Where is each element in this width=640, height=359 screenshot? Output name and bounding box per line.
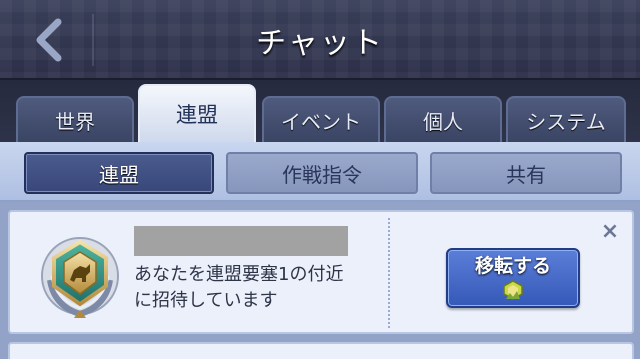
sender-name — [134, 226, 348, 256]
alliance-badge-icon — [41, 237, 119, 318]
relocate-button[interactable]: 移転する — [446, 248, 580, 308]
main-tabs: 世界 連盟 イベント 個人 システム — [0, 80, 640, 142]
message-line-2: に招待しています — [134, 290, 278, 311]
tab-world[interactable]: 世界 — [16, 96, 134, 142]
page-title: チャット — [256, 26, 384, 61]
tab-alliance[interactable]: 連盟 — [138, 84, 256, 142]
close-icon[interactable]: × — [598, 220, 622, 244]
relocate-button-label: 移転する — [474, 255, 551, 277]
tab-event[interactable]: イベント — [262, 96, 380, 142]
relocate-icon — [503, 280, 523, 300]
card-divider — [388, 218, 390, 328]
invite-message-card: あなたを連盟要塞1の付近 に招待しています 移転する × — [8, 210, 634, 334]
subtab-operation-orders[interactable]: 作戦指令 — [226, 152, 418, 194]
chat-content: あなたを連盟要塞1の付近 に招待しています 移転する × — [0, 202, 640, 359]
sub-tabs: 連盟 作戦指令 共有 — [0, 142, 640, 202]
invite-message-text: あなたを連盟要塞1の付近 に招待しています — [134, 262, 384, 314]
header-bar: チャット — [0, 0, 640, 80]
subtab-alliance[interactable]: 連盟 — [24, 152, 214, 194]
subtab-share[interactable]: 共有 — [430, 152, 622, 194]
tab-system[interactable]: システム — [506, 96, 626, 142]
message-line-1: あなたを連盟要塞1の付近 — [134, 264, 344, 285]
next-message-card — [8, 342, 634, 359]
tab-personal[interactable]: 個人 — [384, 96, 502, 142]
